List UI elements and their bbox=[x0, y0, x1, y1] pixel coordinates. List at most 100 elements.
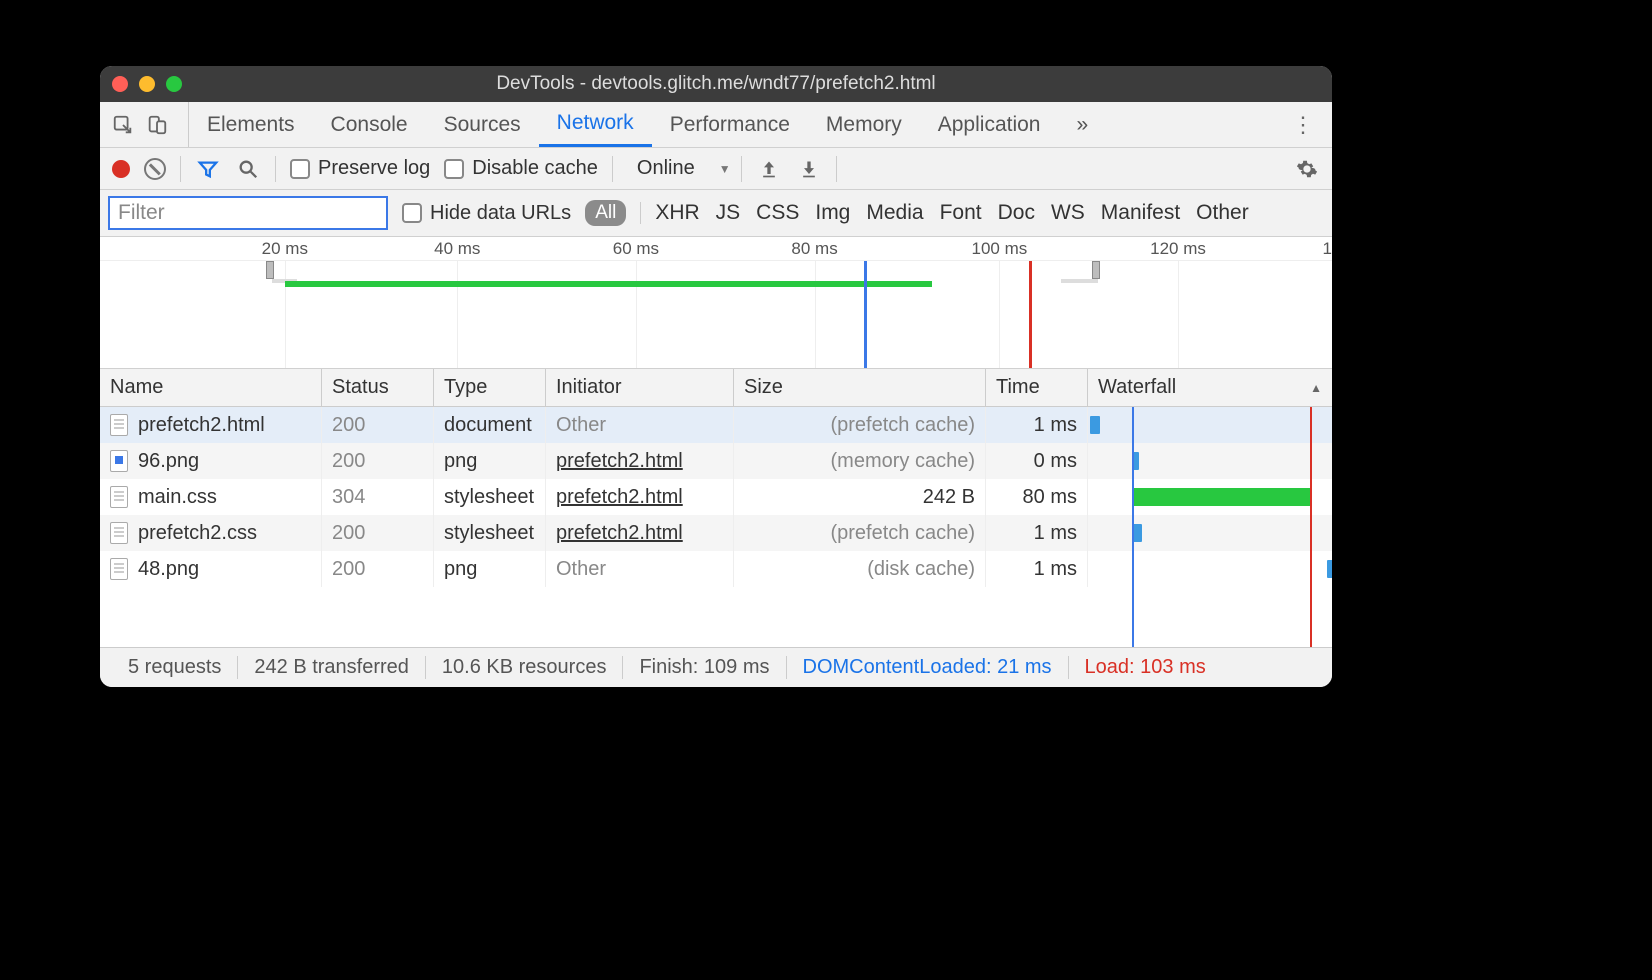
clear-button[interactable] bbox=[144, 158, 166, 180]
table-row[interactable]: 48.png200pngOther(disk cache)1 ms bbox=[100, 551, 1332, 587]
overview-tick: 80 ms bbox=[791, 239, 837, 259]
preserve-log-checkbox[interactable]: Preserve log bbox=[290, 157, 430, 180]
row-waterfall bbox=[1088, 551, 1332, 587]
overview-tick: 40 ms bbox=[434, 239, 480, 259]
col-size[interactable]: Size bbox=[734, 369, 986, 406]
hide-data-urls-checkbox[interactable]: Hide data URLs bbox=[402, 202, 571, 225]
disable-cache-label: Disable cache bbox=[472, 157, 598, 180]
row-time: 80 ms bbox=[986, 479, 1088, 515]
table-row[interactable]: 96.png200pngprefetch2.html(memory cache)… bbox=[100, 443, 1332, 479]
tab-network[interactable]: Network bbox=[539, 102, 652, 147]
overview-handle-right[interactable] bbox=[1092, 261, 1100, 279]
tab-sources[interactable]: Sources bbox=[426, 102, 539, 147]
panel-tabs: ElementsConsoleSourcesNetworkPerformance… bbox=[100, 102, 1332, 148]
filter-type-manifest[interactable]: Manifest bbox=[1101, 201, 1180, 225]
col-type[interactable]: Type bbox=[434, 369, 546, 406]
tab-elements[interactable]: Elements bbox=[189, 102, 313, 147]
row-size: (memory cache) bbox=[734, 443, 986, 479]
filter-type-css[interactable]: CSS bbox=[756, 201, 799, 225]
throttling-select[interactable]: Online ▼ bbox=[627, 156, 742, 182]
tab-console[interactable]: Console bbox=[313, 102, 426, 147]
row-waterfall bbox=[1088, 515, 1332, 551]
row-size: 242 B bbox=[734, 479, 986, 515]
row-size: (prefetch cache) bbox=[734, 407, 986, 443]
col-time[interactable]: Time bbox=[986, 369, 1088, 406]
col-initiator[interactable]: Initiator bbox=[546, 369, 734, 406]
row-waterfall bbox=[1088, 479, 1332, 515]
record-button[interactable] bbox=[112, 160, 130, 178]
row-waterfall bbox=[1088, 407, 1332, 443]
table-row[interactable]: main.css304stylesheetprefetch2.html242 B… bbox=[100, 479, 1332, 515]
document-file-icon bbox=[110, 414, 128, 436]
filter-input[interactable]: Filter bbox=[108, 196, 388, 230]
tab-application[interactable]: Application bbox=[920, 102, 1059, 147]
row-status: 200 bbox=[322, 407, 434, 443]
row-initiator[interactable]: prefetch2.html bbox=[546, 515, 734, 551]
download-icon[interactable] bbox=[796, 156, 822, 182]
row-waterfall bbox=[1088, 443, 1332, 479]
filter-type-xhr[interactable]: XHR bbox=[655, 201, 699, 225]
filter-type-media[interactable]: Media bbox=[866, 201, 923, 225]
table-row[interactable]: prefetch2.css200stylesheetprefetch2.html… bbox=[100, 515, 1332, 551]
row-status: 200 bbox=[322, 515, 434, 551]
row-name: 96.png bbox=[138, 450, 199, 473]
tab-memory[interactable]: Memory bbox=[808, 102, 920, 147]
window-title: DevTools - devtools.glitch.me/wndt77/pre… bbox=[100, 73, 1332, 95]
settings-icon[interactable] bbox=[1294, 156, 1320, 182]
overview-handle-left[interactable] bbox=[266, 261, 274, 279]
overview-tick: 20 ms bbox=[262, 239, 308, 259]
row-type: png bbox=[434, 551, 546, 587]
filter-type-ws[interactable]: WS bbox=[1051, 201, 1085, 225]
row-initiator[interactable]: prefetch2.html bbox=[546, 479, 734, 515]
table-row[interactable]: prefetch2.html200documentOther(prefetch … bbox=[100, 407, 1332, 443]
preserve-log-label: Preserve log bbox=[318, 157, 430, 180]
filter-icon[interactable] bbox=[195, 156, 221, 182]
window-close-button[interactable] bbox=[112, 76, 128, 92]
tab-performance[interactable]: Performance bbox=[652, 102, 808, 147]
status-resources: 10.6 KB resources bbox=[426, 656, 624, 679]
col-name[interactable]: Name bbox=[100, 369, 322, 406]
row-time: 1 ms bbox=[986, 407, 1088, 443]
chevron-down-icon: ▼ bbox=[719, 162, 731, 176]
search-icon[interactable] bbox=[235, 156, 261, 182]
filter-type-doc[interactable]: Doc bbox=[998, 201, 1035, 225]
status-finish: Finish: 109 ms bbox=[623, 656, 786, 679]
row-size: (disk cache) bbox=[734, 551, 986, 587]
window-zoom-button[interactable] bbox=[166, 76, 182, 92]
filter-type-js[interactable]: JS bbox=[716, 201, 741, 225]
filter-type-other[interactable]: Other bbox=[1196, 201, 1249, 225]
upload-icon[interactable] bbox=[756, 156, 782, 182]
filter-type-img[interactable]: Img bbox=[815, 201, 850, 225]
row-type: stylesheet bbox=[434, 515, 546, 551]
row-name: prefetch2.html bbox=[138, 414, 265, 437]
overview-tick: 120 ms bbox=[1150, 239, 1206, 259]
row-initiator[interactable]: prefetch2.html bbox=[546, 443, 734, 479]
overview-tick: 14 bbox=[1323, 239, 1332, 259]
device-toggle-icon[interactable] bbox=[144, 112, 170, 138]
status-requests: 5 requests bbox=[112, 656, 238, 679]
titlebar: DevTools - devtools.glitch.me/wndt77/pre… bbox=[100, 66, 1332, 102]
filter-type-font[interactable]: Font bbox=[940, 201, 982, 225]
col-status[interactable]: Status bbox=[322, 369, 434, 406]
row-status: 200 bbox=[322, 551, 434, 587]
row-name: 48.png bbox=[138, 558, 199, 581]
table-header: Name Status Type Initiator Size Time Wat… bbox=[100, 369, 1332, 407]
hide-data-urls-label: Hide data URLs bbox=[430, 202, 571, 225]
document-file-icon bbox=[110, 522, 128, 544]
row-type: stylesheet bbox=[434, 479, 546, 515]
row-name: main.css bbox=[138, 486, 217, 509]
row-initiator: Other bbox=[546, 407, 734, 443]
inspect-icon[interactable] bbox=[110, 112, 136, 138]
filter-row: Filter Hide data URLs All XHR JS CSS Img Med… bbox=[100, 190, 1332, 237]
col-waterfall[interactable]: Waterfall bbox=[1088, 369, 1332, 406]
row-status: 200 bbox=[322, 443, 434, 479]
overview-tick: 100 ms bbox=[971, 239, 1027, 259]
row-initiator: Other bbox=[546, 551, 734, 587]
more-menu-icon[interactable]: ⋮ bbox=[1284, 112, 1322, 138]
tabs-overflow[interactable]: » bbox=[1058, 113, 1106, 137]
filter-chip-all[interactable]: All bbox=[585, 200, 626, 226]
status-transferred: 242 B transferred bbox=[238, 656, 426, 679]
window-minimize-button[interactable] bbox=[139, 76, 155, 92]
timeline-overview[interactable]: 20 ms40 ms60 ms80 ms100 ms120 ms14 bbox=[100, 237, 1332, 369]
disable-cache-checkbox[interactable]: Disable cache bbox=[444, 157, 598, 180]
